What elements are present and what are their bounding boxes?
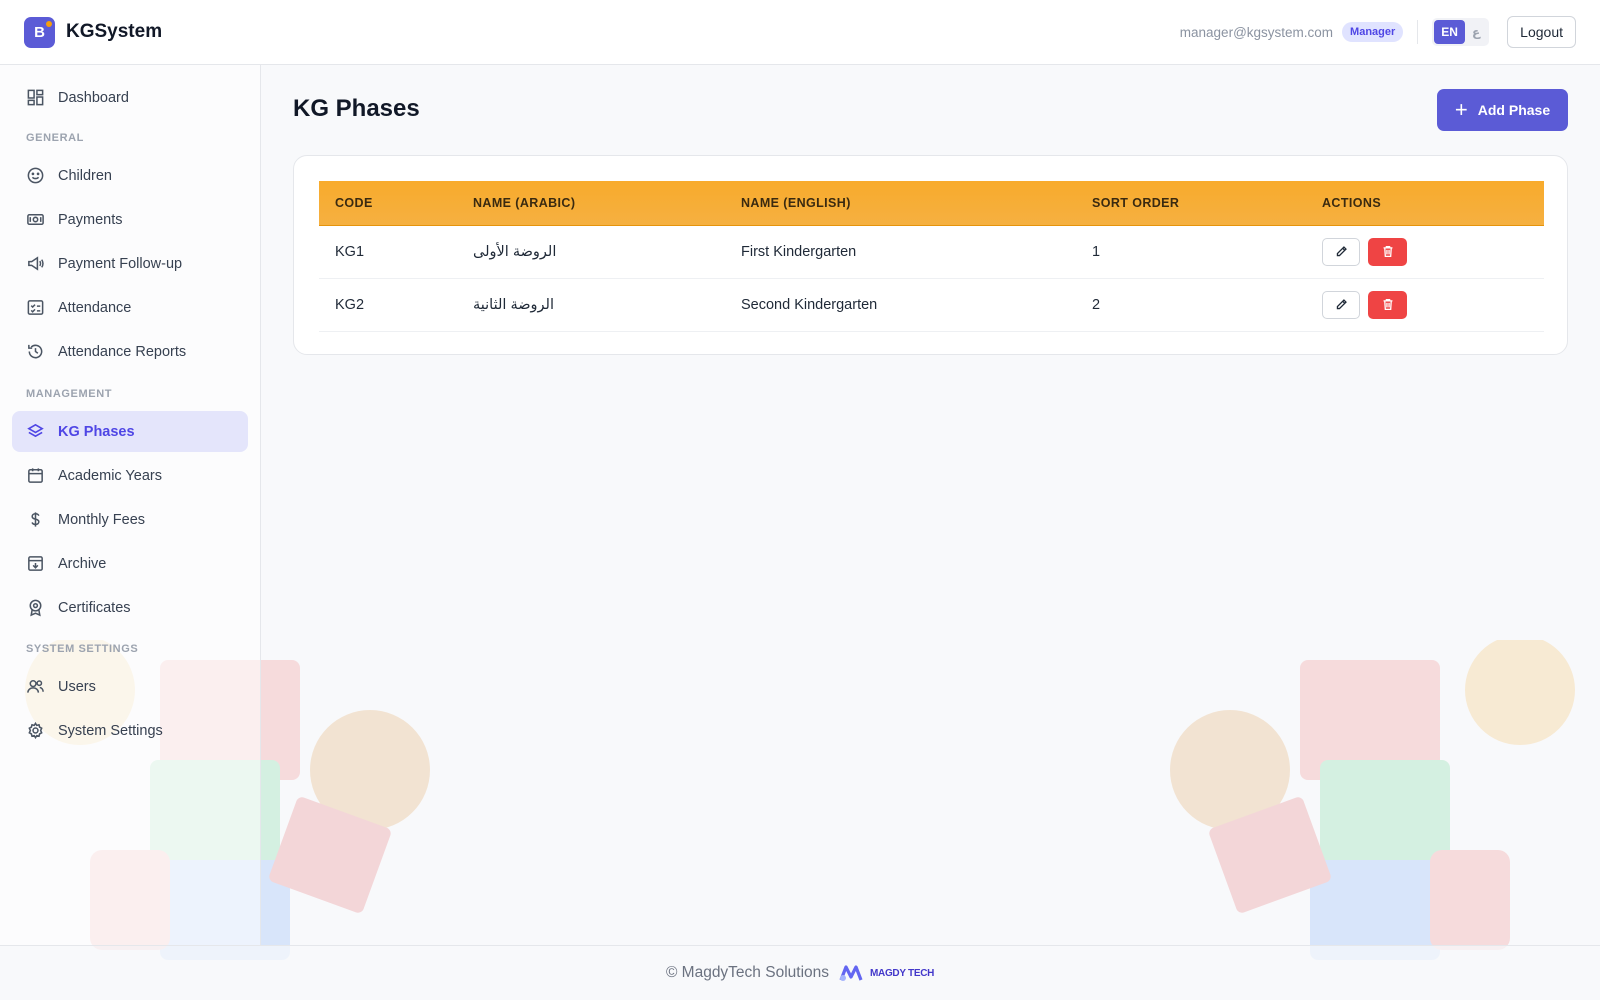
dollar-icon	[25, 510, 45, 530]
language-en-button[interactable]: EN	[1434, 20, 1465, 44]
column-header-name-arabic: NAME (ARABIC)	[457, 181, 725, 226]
cell-name-arabic: الروضة الثانية	[457, 278, 725, 332]
pencil-icon	[1336, 299, 1347, 310]
sidebar-item-certificates[interactable]: Certificates	[12, 587, 248, 628]
sidebar-item-system-settings[interactable]: System Settings	[12, 710, 248, 751]
sidebar-item-label: Dashboard	[58, 89, 129, 106]
language-ar-button[interactable]: ع	[1465, 20, 1487, 44]
plus-icon: +	[1454, 97, 1468, 122]
add-phase-button[interactable]: + Add Phase	[1437, 89, 1568, 131]
sidebar-item-attendance-reports[interactable]: Attendance Reports	[12, 331, 248, 372]
dashboard-icon	[25, 88, 45, 108]
section-system-settings: SYSTEM SETTINGS	[26, 643, 139, 655]
sidebar-item-payment-followup[interactable]: Payment Follow-up	[12, 243, 248, 284]
page-title: KG Phases	[293, 95, 420, 122]
sidebar-item-label: Users	[58, 678, 96, 695]
header-actions: manager@kgsystem.com Manager EN ع Logout	[1180, 16, 1576, 48]
sidebar-item-kg-phases[interactable]: KG Phases	[12, 411, 248, 452]
sidebar-item-label: System Settings	[58, 722, 163, 739]
sidebar-item-attendance[interactable]: Attendance	[12, 287, 248, 328]
add-phase-label: Add Phase	[1477, 102, 1551, 118]
sidebar-item-label: Monthly Fees	[58, 511, 146, 528]
sidebar-item-label: Certificates	[58, 599, 131, 616]
edit-button[interactable]	[1322, 237, 1360, 266]
footer-copyright: © MagdyTech Solutions	[665, 964, 829, 981]
sidebar-item-academic-years[interactable]: Academic Years	[12, 455, 248, 496]
section-general: GENERAL	[26, 132, 84, 144]
table-row: KG1 الروضة الأولى First Kindergarten 1	[319, 225, 1544, 279]
cell-name-english: First Kindergarten	[725, 225, 1076, 279]
sidebar-item-label: Payment Follow-up	[58, 255, 183, 272]
cell-actions	[1306, 278, 1544, 332]
column-header-code: CODE	[319, 181, 457, 226]
footer: © MagdyTech Solutions MAGDY TECH	[0, 945, 1600, 1000]
phases-table: CODE NAME (ARABIC) NAME (ENGLISH) SORT O…	[319, 181, 1544, 332]
sidebar-item-archive[interactable]: Archive	[12, 543, 248, 584]
layers-icon	[25, 422, 45, 442]
sidebar-item-label: KG Phases	[58, 423, 135, 440]
users-icon	[25, 677, 45, 697]
cell-sort-order: 1	[1076, 225, 1306, 279]
sidebar-item-label: Attendance	[58, 299, 132, 316]
edit-button[interactable]	[1322, 290, 1360, 319]
magdytech-logo-text: MAGDY TECH	[870, 967, 935, 979]
logo-dot	[46, 20, 52, 27]
section-management: MANAGEMENT	[26, 388, 113, 400]
megaphone-icon	[25, 254, 45, 274]
sidebar-item-monthly-fees[interactable]: Monthly Fees	[12, 499, 248, 540]
sidebar-item-dashboard[interactable]: Dashboard	[12, 77, 248, 118]
smiley-icon	[25, 166, 45, 186]
trash-icon	[1383, 298, 1392, 311]
sidebar-item-payments[interactable]: Payments	[12, 199, 248, 240]
app-name: KGSystem	[66, 21, 163, 42]
logout-button[interactable]: Logout	[1507, 16, 1576, 48]
table-header-row: CODE NAME (ARABIC) NAME (ENGLISH) SORT O…	[319, 181, 1544, 226]
brand[interactable]: B KGSystem	[24, 16, 163, 48]
column-header-name-english: NAME (ENGLISH)	[725, 181, 1076, 226]
role-badge: Manager	[1342, 22, 1404, 42]
cell-name-english: Second Kindergarten	[725, 278, 1076, 332]
cell-name-arabic: الروضة الأولى	[457, 225, 725, 279]
sidebar: Dashboard GENERAL Children Payments Paym…	[0, 65, 261, 945]
pencil-icon	[1336, 246, 1347, 257]
checklist-icon	[25, 298, 45, 318]
language-switcher: EN ع	[1432, 18, 1490, 46]
sidebar-item-label: Archive	[58, 555, 107, 572]
cell-code: KG2	[319, 278, 457, 332]
sidebar-item-children[interactable]: Children	[12, 155, 248, 196]
sidebar-item-label: Academic Years	[58, 467, 162, 484]
magdytech-logo: MAGDY TECH	[839, 964, 934, 982]
table-row: KG2 الروضة الثانية Second Kindergarten 2	[319, 278, 1544, 332]
header-divider	[1417, 20, 1419, 44]
top-bar: B KGSystem manager@kgsystem.com Manager …	[0, 0, 1600, 65]
gear-icon	[25, 721, 45, 741]
sidebar-item-users[interactable]: Users	[12, 666, 248, 707]
cell-actions	[1306, 225, 1544, 279]
column-header-actions: ACTIONS	[1306, 181, 1544, 226]
user-email: manager@kgsystem.com	[1179, 24, 1334, 40]
award-icon	[25, 598, 45, 618]
app-logo: B	[24, 16, 55, 48]
column-header-sort-order: SORT ORDER	[1076, 181, 1306, 226]
trash-icon	[1383, 245, 1392, 258]
magdytech-logo-mark	[839, 965, 863, 981]
cell-sort-order: 2	[1076, 278, 1306, 332]
archive-icon	[25, 554, 45, 574]
banknote-icon	[25, 210, 45, 230]
delete-button[interactable]	[1368, 290, 1407, 319]
background-illustration-right	[1170, 640, 1575, 960]
app-logo-letter: B	[34, 23, 45, 41]
phases-card: CODE NAME (ARABIC) NAME (ENGLISH) SORT O…	[293, 155, 1568, 355]
sidebar-item-label: Attendance Reports	[58, 343, 187, 360]
cell-code: KG1	[319, 225, 457, 279]
calendar-icon	[25, 466, 45, 486]
sidebar-item-label: Payments	[58, 211, 123, 228]
sidebar-item-label: Children	[58, 167, 112, 184]
history-icon	[25, 342, 45, 362]
delete-button[interactable]	[1368, 237, 1407, 266]
